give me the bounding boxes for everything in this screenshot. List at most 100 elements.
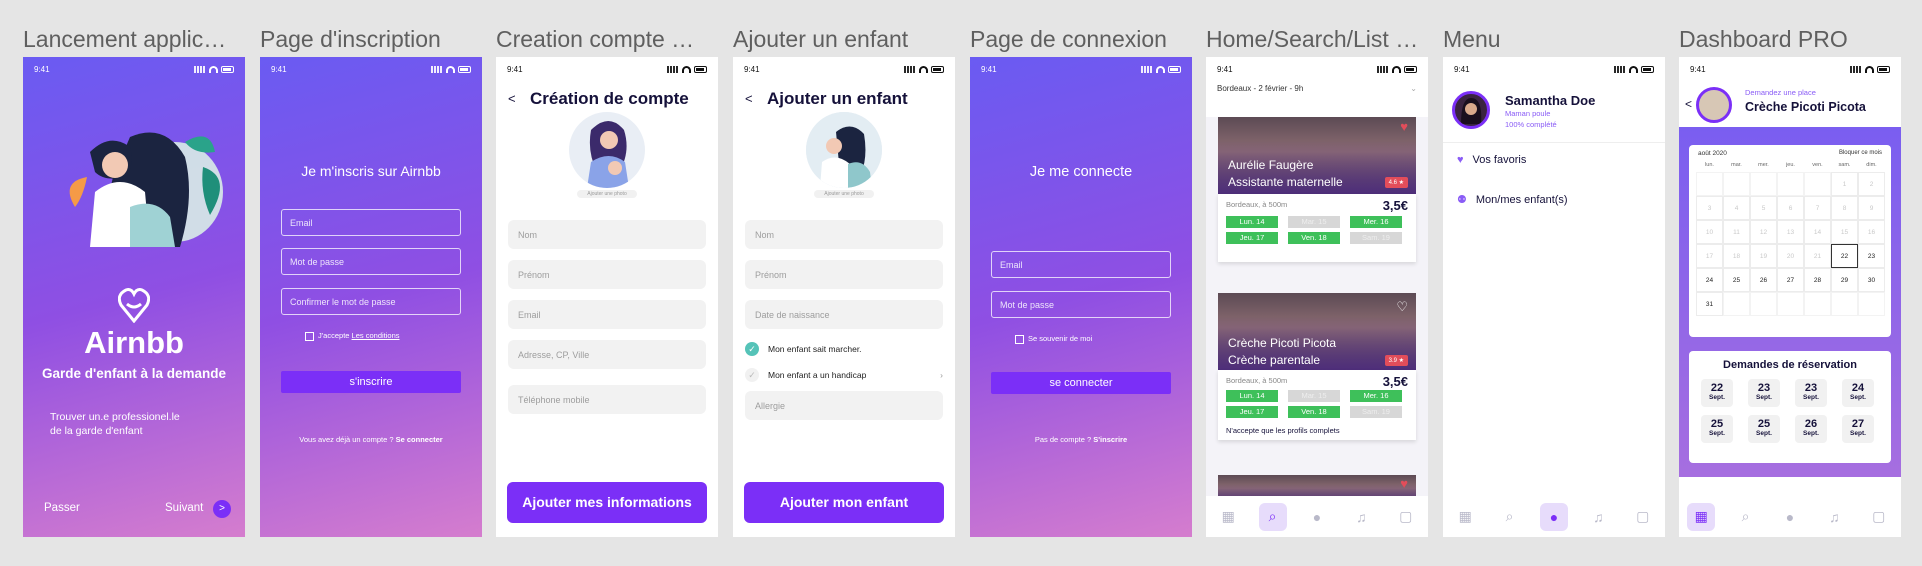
- calendar-day[interactable]: [1777, 172, 1804, 196]
- disability-row[interactable]: ✓ Mon enfant a un handicap ›: [745, 368, 943, 382]
- search-icon[interactable]: ⌕: [1732, 503, 1760, 531]
- calendar-day[interactable]: 1: [1831, 172, 1858, 196]
- reservation-request[interactable]: 22 Sept.: [1701, 379, 1733, 407]
- photo-placeholder[interactable]: [569, 112, 645, 188]
- birthdate-field[interactable]: Date de naissance: [745, 300, 943, 329]
- remember-checkbox[interactable]: [1015, 334, 1024, 344]
- user-icon[interactable]: ●: [1539, 502, 1568, 531]
- avatar[interactable]: [1452, 91, 1490, 129]
- calendar-day[interactable]: 9: [1858, 196, 1885, 220]
- next-button[interactable]: Suivant: [165, 502, 203, 514]
- calendar-day[interactable]: 7: [1804, 196, 1831, 220]
- grid-icon[interactable]: ▦: [1451, 503, 1479, 531]
- calendar-day[interactable]: 21: [1804, 244, 1831, 268]
- calendar-day[interactable]: 15: [1831, 220, 1858, 244]
- add-photo-label[interactable]: Ajouter une photo: [814, 190, 874, 198]
- calendar-day[interactable]: 3: [1696, 196, 1723, 220]
- child-firstname-field[interactable]: Prénom: [745, 260, 943, 289]
- calendar-day[interactable]: 13: [1777, 220, 1804, 244]
- search-bar[interactable]: Bordeaux - 2 février - 9h ⌄: [1217, 84, 1417, 98]
- login-button[interactable]: se connecter: [991, 372, 1171, 394]
- block-month-button[interactable]: Bloquer ce mois: [1839, 150, 1882, 156]
- conditions-link[interactable]: Les conditions: [352, 331, 400, 340]
- card-details[interactable]: Bordeaux, à 500m 3,5€ Lun. 14 Mar. 15 Me…: [1218, 194, 1416, 262]
- reservation-request[interactable]: 23 Sept.: [1748, 379, 1780, 407]
- back-icon[interactable]: <: [1685, 97, 1692, 111]
- calendar-day[interactable]: 28: [1804, 268, 1831, 292]
- calendar-day[interactable]: 11: [1723, 220, 1750, 244]
- calendar-day[interactable]: 6: [1777, 196, 1804, 220]
- heart-outline-icon[interactable]: ♡: [1396, 299, 1408, 315]
- card-image[interactable]: ♡ Crèche Picoti Picota Crèche parentale …: [1218, 293, 1416, 370]
- reservation-request[interactable]: 23 Sept.: [1795, 379, 1827, 407]
- card-image[interactable]: ♥ Aurélie Faugère Assistante maternelle …: [1218, 117, 1416, 194]
- calendar-day[interactable]: 31: [1696, 292, 1723, 316]
- reservation-request[interactable]: 26 Sept.: [1795, 415, 1827, 443]
- login-link[interactable]: Se connecter: [396, 435, 443, 444]
- calendar-day[interactable]: 16: [1858, 220, 1885, 244]
- calendar-day[interactable]: 8: [1831, 196, 1858, 220]
- menu-item-children[interactable]: ⚉ Mon/mes enfant(s): [1457, 193, 1568, 207]
- accept-checkbox[interactable]: [305, 331, 314, 341]
- bell-icon[interactable]: ♫: [1347, 503, 1375, 531]
- calendar-day[interactable]: 20: [1777, 244, 1804, 268]
- calendar-day[interactable]: 29: [1831, 268, 1858, 292]
- calendar-day[interactable]: 2: [1858, 172, 1885, 196]
- reservation-request[interactable]: 24 Sept.: [1842, 379, 1874, 407]
- address-field[interactable]: Adresse, CP, Ville: [508, 340, 706, 369]
- add-child-button[interactable]: Ajouter mon enfant: [744, 482, 944, 523]
- allergy-field[interactable]: Allergie: [745, 391, 943, 420]
- password-field[interactable]: Mot de passe: [991, 291, 1171, 318]
- calendar-day[interactable]: 30: [1858, 268, 1885, 292]
- calendar-day[interactable]: 27: [1777, 268, 1804, 292]
- chat-icon[interactable]: ▢: [1865, 503, 1893, 531]
- bell-icon[interactable]: ♫: [1584, 503, 1612, 531]
- calendar-day[interactable]: 12: [1750, 220, 1777, 244]
- calendar-day[interactable]: 19: [1750, 244, 1777, 268]
- phone-field[interactable]: Téléphone mobile: [508, 385, 706, 414]
- calendar-day[interactable]: 5: [1750, 196, 1777, 220]
- add-info-button[interactable]: Ajouter mes informations: [507, 482, 707, 523]
- chat-icon[interactable]: ▢: [1392, 503, 1420, 531]
- bell-icon[interactable]: ♫: [1820, 503, 1848, 531]
- check-icon[interactable]: ✓: [745, 342, 759, 356]
- grid-icon[interactable]: ▦: [1687, 502, 1716, 531]
- calendar-day[interactable]: [1804, 292, 1831, 316]
- calendar-day[interactable]: 10: [1696, 220, 1723, 244]
- user-icon[interactable]: ●: [1776, 503, 1804, 531]
- heart-filled-icon[interactable]: ♥: [1400, 119, 1408, 134]
- can-walk-row[interactable]: ✓ Mon enfant sait marcher.: [745, 342, 943, 356]
- calendar-day[interactable]: [1777, 292, 1804, 316]
- next-arrow-icon[interactable]: >: [213, 500, 231, 518]
- calendar-day[interactable]: 26: [1750, 268, 1777, 292]
- password-field[interactable]: Mot de passe: [281, 248, 461, 275]
- back-icon[interactable]: <: [745, 91, 753, 106]
- calendar-day-selected[interactable]: 22: [1831, 244, 1858, 268]
- name-field[interactable]: Nom: [508, 220, 706, 249]
- add-photo-label[interactable]: Ajouter une photo: [577, 190, 637, 198]
- child-name-field[interactable]: Nom: [745, 220, 943, 249]
- calendar-day[interactable]: [1723, 292, 1750, 316]
- reservation-request[interactable]: 25 Sept.: [1701, 415, 1733, 443]
- search-icon[interactable]: ⌕: [1258, 502, 1287, 531]
- check-icon[interactable]: ✓: [745, 368, 759, 382]
- calendar-day[interactable]: 23: [1858, 244, 1885, 268]
- email-field[interactable]: Email: [991, 251, 1171, 278]
- menu-item-favorites[interactable]: ♥ Vos favoris: [1457, 154, 1526, 166]
- heart-filled-icon[interactable]: ♥: [1400, 476, 1408, 491]
- user-icon[interactable]: ●: [1303, 503, 1331, 531]
- chat-icon[interactable]: ▢: [1629, 503, 1657, 531]
- calendar-day[interactable]: [1750, 292, 1777, 316]
- back-icon[interactable]: <: [508, 91, 516, 106]
- email-field[interactable]: Email: [281, 209, 461, 236]
- calendar-day[interactable]: [1858, 292, 1885, 316]
- calendar-day[interactable]: 17: [1696, 244, 1723, 268]
- skip-button[interactable]: Passer: [44, 502, 80, 514]
- calendar-day[interactable]: [1831, 292, 1858, 316]
- calendar-day[interactable]: [1804, 172, 1831, 196]
- signup-link[interactable]: S'inscrire: [1093, 435, 1127, 444]
- confirm-password-field[interactable]: Confirmer le mot de passe: [281, 288, 461, 315]
- photo-placeholder[interactable]: [806, 112, 882, 188]
- calendar-day[interactable]: 24: [1696, 268, 1723, 292]
- calendar-day[interactable]: [1723, 172, 1750, 196]
